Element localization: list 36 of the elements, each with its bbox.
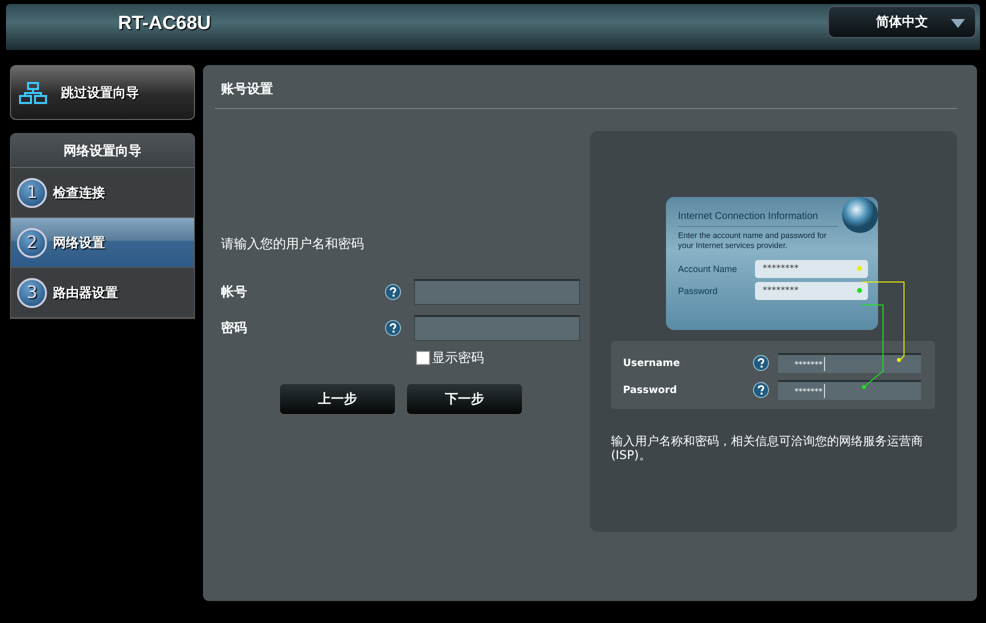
note-text: 输入用户名称和密码，相关信息可洽询您的网络服务运营商 (ISP)。 bbox=[611, 434, 924, 463]
card-description: Enter the account name and password for your Internet services provider. bbox=[678, 231, 828, 252]
nav-button[interactable]: 下一步 bbox=[406, 383, 523, 415]
card-field: ******** bbox=[754, 260, 868, 278]
network-icon bbox=[19, 82, 47, 104]
language-select[interactable]: 简体中文 bbox=[828, 6, 976, 38]
prompt-text: 请输入您的用户名和密码 bbox=[221, 236, 365, 253]
checkbox[interactable] bbox=[416, 351, 430, 365]
skip-wizard-button[interactable]: 跳过设置向导 bbox=[10, 65, 195, 120]
help-icon[interactable] bbox=[385, 320, 401, 336]
example-field: ******* bbox=[778, 353, 921, 373]
example-label: Username bbox=[623, 358, 681, 368]
wizard-step[interactable]: 2 网络设置 bbox=[11, 218, 194, 268]
step-number: 2 bbox=[17, 228, 47, 258]
nav-button[interactable]: 上一步 bbox=[279, 383, 396, 415]
input-field[interactable] bbox=[414, 315, 580, 341]
field-label: 密码 bbox=[221, 320, 248, 337]
step-number: 3 bbox=[17, 278, 47, 308]
example-field: ******* bbox=[778, 380, 921, 400]
wizard-title: 网络设置向导 bbox=[11, 134, 194, 168]
step-number: 1 bbox=[17, 178, 47, 208]
globe-icon bbox=[842, 197, 878, 233]
card-field-label: Account Name bbox=[678, 264, 738, 274]
help-icon bbox=[753, 355, 770, 371]
example-label: Password bbox=[623, 384, 678, 396]
help-icon[interactable] bbox=[385, 284, 401, 300]
card-title: Internet Connection Information bbox=[678, 211, 838, 227]
router-model-title: RT-AC68U bbox=[118, 13, 211, 35]
section-title: 账号设置 bbox=[215, 77, 957, 109]
card-field-label: Password bbox=[678, 286, 719, 296]
input-field[interactable] bbox=[414, 279, 580, 305]
help-icon bbox=[753, 382, 770, 398]
checkbox-label: 显示密码 bbox=[432, 350, 484, 367]
caret-icon bbox=[951, 19, 965, 28]
card-field: ******** bbox=[754, 282, 868, 300]
field-label: 帐号 bbox=[221, 284, 248, 301]
